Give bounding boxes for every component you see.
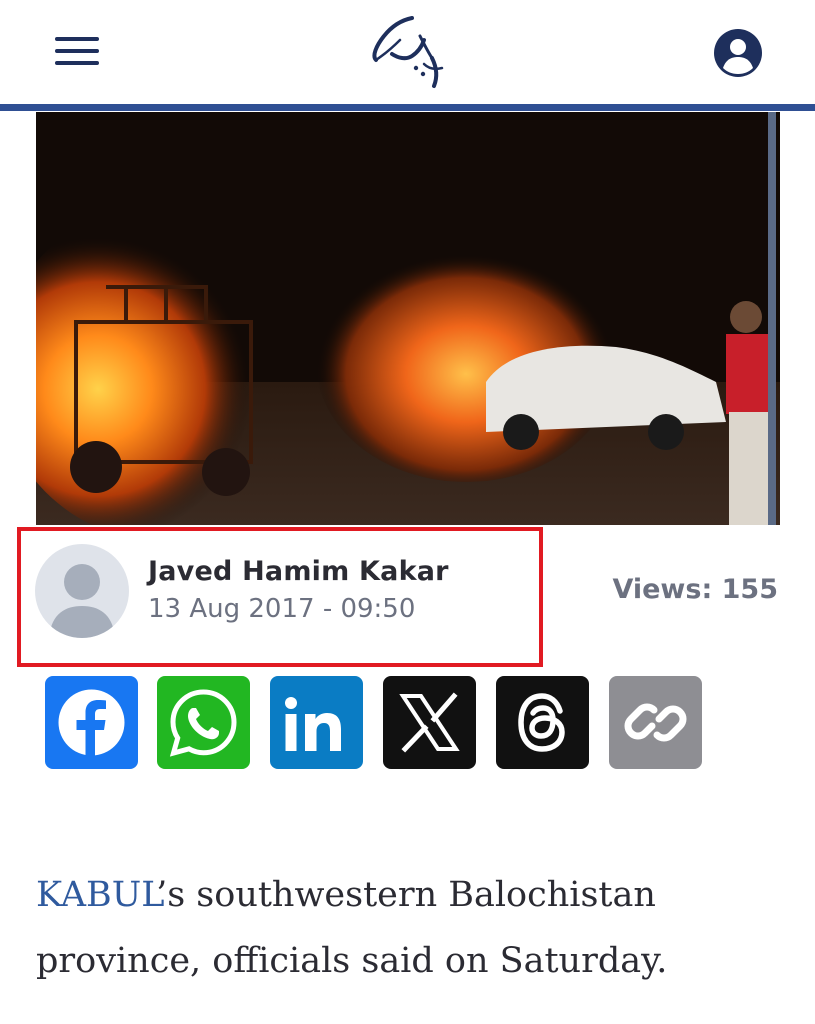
link-icon	[624, 703, 687, 742]
threads-icon	[518, 693, 565, 752]
threads-share-button[interactable]	[496, 676, 589, 769]
facebook-share-button[interactable]	[45, 676, 138, 769]
x-share-button[interactable]	[383, 676, 476, 769]
copy-link-share-button[interactable]	[609, 676, 702, 769]
linkedin-icon	[285, 697, 341, 751]
article-body: KABUL’s southwestern Balochistan provinc…	[36, 862, 776, 994]
publish-date: 13 Aug 2017 - 09:50	[148, 594, 416, 624]
kabul-link[interactable]: KABUL	[36, 875, 156, 915]
news-photo	[36, 112, 780, 525]
hamburger-menu-icon[interactable]	[55, 37, 100, 67]
x-icon	[399, 692, 460, 753]
whatsapp-share-button[interactable]	[157, 676, 250, 769]
site-header	[0, 0, 815, 106]
site-logo[interactable]	[362, 10, 452, 94]
facebook-icon	[58, 689, 125, 756]
author-avatar	[35, 544, 129, 638]
whatsapp-icon	[169, 689, 237, 757]
user-account-icon[interactable]	[713, 28, 763, 78]
linkedin-share-button[interactable]	[270, 676, 363, 769]
author-name[interactable]: Javed Hamim Kakar	[148, 556, 449, 587]
header-divider	[0, 104, 815, 111]
default-avatar-icon	[49, 564, 115, 638]
view-count: Views: 155	[612, 574, 778, 605]
